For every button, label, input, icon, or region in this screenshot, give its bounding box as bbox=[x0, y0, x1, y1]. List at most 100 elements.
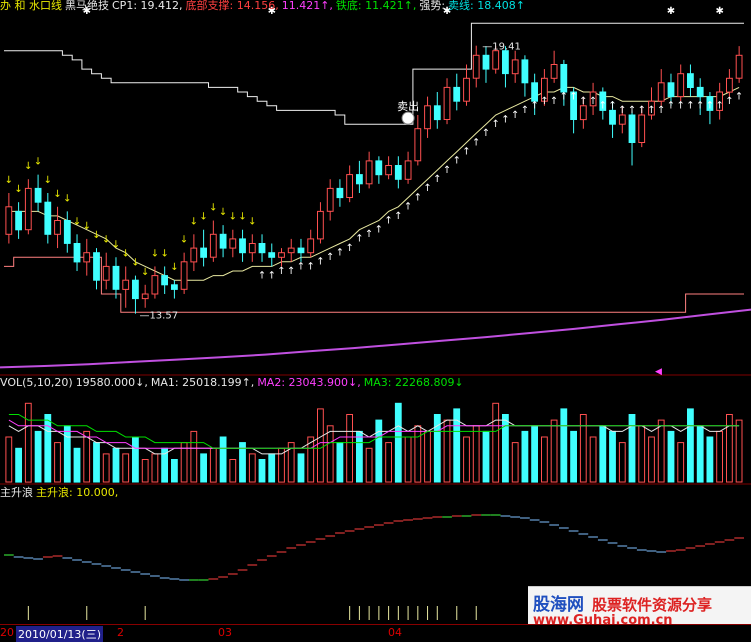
candle-body bbox=[24, 187, 32, 231]
candle-body bbox=[521, 59, 529, 84]
volume-bar bbox=[248, 453, 256, 483]
up-arrow: ↑ bbox=[345, 243, 353, 254]
candle-body bbox=[463, 77, 470, 102]
up-arrow: ↑ bbox=[316, 257, 324, 268]
down-arrow: ↓ bbox=[248, 216, 256, 227]
indicator-header: 主升浪 主升浪: 10.000, bbox=[0, 487, 121, 499]
candle-body bbox=[657, 82, 665, 102]
down-arrow: ↓ bbox=[122, 248, 130, 259]
candle-body bbox=[200, 247, 207, 258]
volume-bar bbox=[560, 408, 568, 483]
up-arrow: ↑ bbox=[394, 211, 402, 222]
volume-bar bbox=[219, 436, 227, 483]
volume-bar bbox=[297, 453, 305, 483]
down-arrow: ↓ bbox=[63, 193, 71, 204]
candle-body bbox=[404, 160, 412, 180]
volume-bar bbox=[511, 442, 519, 483]
vol-header-item-2: MA1: 25018.199↑, bbox=[150, 376, 255, 389]
price-header-item-7: 卖线: 18.408↑ bbox=[448, 0, 525, 12]
up-arrow: ↑ bbox=[638, 105, 646, 116]
up-arrow: ↑ bbox=[686, 101, 694, 112]
volume-bar bbox=[15, 447, 22, 483]
volume-bar bbox=[628, 414, 636, 483]
candle-body bbox=[54, 220, 61, 235]
cursor-date[interactable]: 2010/01/13(三) bbox=[16, 626, 103, 642]
candle-body bbox=[278, 252, 285, 258]
volume-bar bbox=[5, 436, 13, 483]
candle-body bbox=[122, 279, 130, 290]
volume-bar bbox=[365, 447, 373, 483]
volume-bar bbox=[404, 436, 412, 483]
volume-bar bbox=[667, 430, 675, 483]
volume-bar bbox=[44, 414, 52, 483]
candle-body bbox=[356, 174, 363, 185]
sell-icon bbox=[401, 111, 415, 125]
candle-body bbox=[414, 128, 422, 162]
up-arrow: ↑ bbox=[599, 101, 607, 112]
ind-header-item-1: 主升浪: 10.000, bbox=[36, 486, 119, 499]
volume-bar bbox=[83, 430, 91, 483]
up-arrow: ↑ bbox=[735, 91, 743, 102]
candle-body bbox=[579, 105, 587, 121]
volume-bar bbox=[102, 453, 110, 483]
volume-bar bbox=[209, 447, 217, 483]
down-arrow: ↓ bbox=[5, 175, 13, 186]
up-arrow: ↑ bbox=[287, 266, 295, 277]
volume-bar bbox=[356, 430, 363, 483]
volume-bar bbox=[394, 402, 402, 483]
down-arrow: ↓ bbox=[238, 212, 246, 223]
candle-body bbox=[560, 64, 568, 93]
volume-bar bbox=[706, 436, 714, 483]
candle-body bbox=[385, 165, 393, 176]
volume-bar bbox=[375, 419, 383, 483]
candle-body bbox=[268, 252, 276, 258]
up-arrow: ↑ bbox=[258, 270, 266, 281]
volume-bar bbox=[229, 459, 237, 483]
volume-bar bbox=[443, 419, 451, 483]
candle-body bbox=[628, 114, 636, 143]
volume-bar bbox=[112, 447, 120, 483]
candle-body bbox=[161, 275, 168, 286]
up-arrow: ↑ bbox=[540, 96, 548, 107]
up-arrow: ↑ bbox=[560, 91, 568, 102]
up-arrow: ↑ bbox=[501, 114, 509, 125]
up-arrow: ↑ bbox=[667, 101, 675, 112]
volume-bar bbox=[579, 414, 587, 483]
candle-body bbox=[482, 54, 490, 70]
volume-bar bbox=[648, 436, 655, 483]
volume-bar bbox=[34, 430, 42, 483]
volume-bar bbox=[492, 402, 500, 483]
volume-bar bbox=[687, 408, 694, 483]
up-arrow: ↑ bbox=[404, 202, 412, 213]
volume-bar bbox=[200, 453, 207, 483]
candle-body bbox=[83, 252, 91, 263]
candle-body bbox=[307, 238, 315, 254]
volume-bar bbox=[63, 425, 71, 483]
up-arrow: ↑ bbox=[297, 261, 305, 272]
candle-body bbox=[365, 160, 373, 185]
volume-bar bbox=[161, 447, 168, 483]
volume-bar bbox=[414, 425, 422, 483]
candle-body bbox=[726, 77, 733, 93]
vol-header-item-0: VOL(5,10,20) bbox=[0, 376, 73, 389]
x-label-3: 04 bbox=[388, 626, 402, 639]
price-header-item-2: CP1: 19.412, bbox=[112, 0, 183, 12]
up-arrow: ↑ bbox=[677, 101, 685, 112]
down-arrow: ↓ bbox=[24, 161, 32, 172]
candle-body bbox=[239, 238, 246, 254]
down-arrow: ↓ bbox=[102, 235, 110, 246]
candle-body bbox=[618, 114, 626, 125]
candle-body bbox=[433, 105, 441, 121]
volume-bar bbox=[657, 419, 665, 483]
up-arrow: ↑ bbox=[706, 101, 714, 112]
sell-label: 卖出 bbox=[397, 99, 419, 113]
candle-body bbox=[297, 247, 305, 254]
candle-body bbox=[550, 64, 558, 79]
candle-body bbox=[209, 233, 217, 258]
candle-body bbox=[102, 265, 110, 281]
watermark-site: 股海网 bbox=[533, 595, 584, 615]
volume-bar bbox=[472, 425, 480, 483]
candle-body bbox=[112, 265, 120, 290]
x-label-0: 20 bbox=[0, 626, 14, 639]
volume-bar bbox=[521, 430, 529, 483]
